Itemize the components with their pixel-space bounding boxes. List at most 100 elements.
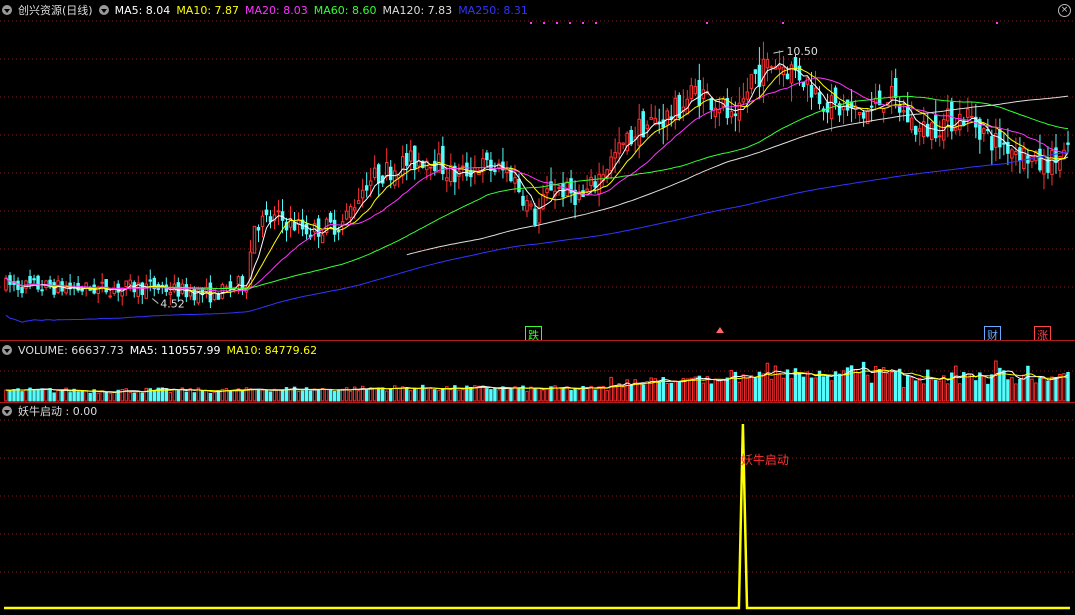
candle-body xyxy=(809,84,814,98)
candle-body xyxy=(1010,149,1014,159)
volume-bar xyxy=(725,377,730,402)
volume-bar xyxy=(425,387,429,402)
marker-dot xyxy=(556,22,558,24)
volume-bar xyxy=(917,377,922,402)
candle-body xyxy=(537,208,541,224)
candle-body xyxy=(657,121,661,124)
volume-bar xyxy=(380,387,385,402)
candle-body xyxy=(388,166,393,181)
candle-body xyxy=(533,208,537,225)
volume-bar xyxy=(312,388,317,402)
volume-bar xyxy=(946,383,950,402)
volume-bar xyxy=(529,386,533,402)
indicator-chart-svg[interactable]: 妖牛启动 xyxy=(0,402,1075,615)
volume-bar xyxy=(789,378,794,402)
price-chart-panel[interactable]: 创兴资源(日线) MA5: 8.04 MA10: 7.87 MA20: 8.03… xyxy=(0,0,1075,340)
marker-dot xyxy=(569,22,571,24)
volume-bar xyxy=(388,388,393,402)
volume-bar xyxy=(409,390,413,402)
volume-bar xyxy=(605,390,609,402)
candle-body xyxy=(789,64,794,84)
volume-bar xyxy=(561,387,565,402)
candle-body xyxy=(1018,147,1022,162)
volume-bar xyxy=(769,378,774,402)
candle-body xyxy=(925,123,930,137)
volume-bar xyxy=(869,382,874,402)
volume-bar xyxy=(32,388,36,402)
stock-title: 创兴资源(日线) xyxy=(18,4,93,17)
volume-bar xyxy=(320,387,325,402)
candle-body xyxy=(709,98,714,111)
close-icon[interactable]: × xyxy=(1058,4,1071,17)
volume-bar xyxy=(208,392,213,402)
volume-bar xyxy=(970,373,974,402)
candle-body xyxy=(224,286,229,289)
volume-bar xyxy=(1034,382,1038,402)
candle-body xyxy=(785,73,790,80)
volume-bar xyxy=(168,391,173,402)
volume-bar xyxy=(1054,377,1058,402)
volume-bar xyxy=(1026,365,1030,402)
volume-menu-icon[interactable] xyxy=(2,345,12,355)
candle-body xyxy=(356,200,361,204)
candle-body xyxy=(340,221,345,226)
volume-bar xyxy=(533,387,537,402)
candle-body xyxy=(16,280,20,290)
volume-ma5-legend: MA5: 110557.99 xyxy=(129,343,221,357)
volume-bar xyxy=(865,374,870,402)
candle-body xyxy=(372,167,377,179)
volume-bar xyxy=(248,388,253,402)
candle-body xyxy=(585,188,589,192)
candle-body xyxy=(292,221,297,231)
candle-body xyxy=(252,225,257,254)
volume-bar xyxy=(340,388,345,402)
volume-bar xyxy=(785,369,790,402)
volume-bar xyxy=(629,385,633,402)
candle-body xyxy=(938,135,942,138)
candle-body xyxy=(893,78,898,98)
volume-bar xyxy=(268,391,273,402)
ma-legend-ma10: MA10: 7.87 xyxy=(176,3,240,17)
indicator-chart-panel[interactable]: 妖牛启动 : 0.00 妖牛启动 xyxy=(0,402,1075,615)
candle-body xyxy=(276,210,281,213)
candle-body xyxy=(617,142,621,154)
candle-body xyxy=(825,102,830,113)
volume-bar xyxy=(893,371,898,402)
indicator-header: 妖牛启动 : 0.00 xyxy=(2,404,97,418)
candle-body xyxy=(336,230,341,233)
candle-body xyxy=(805,77,810,85)
volume-bar xyxy=(597,386,601,402)
candle-body xyxy=(958,113,962,131)
volume-bar xyxy=(84,390,88,402)
indicator-menu-icon[interactable] xyxy=(2,406,12,416)
volume-bar xyxy=(88,392,92,402)
volume-bar xyxy=(328,389,333,402)
candle-body xyxy=(485,152,489,161)
volume-bar xyxy=(709,383,714,402)
candle-body xyxy=(513,177,517,184)
price-chart-svg[interactable]: 10.50 4.52 xyxy=(0,0,1075,340)
volume-bar xyxy=(489,389,493,402)
candle-body xyxy=(1042,154,1046,175)
ma5-line xyxy=(5,63,1069,296)
volume-bar xyxy=(593,389,597,402)
candle-body xyxy=(845,99,850,111)
candle-body xyxy=(364,185,369,191)
candle-body xyxy=(240,276,245,289)
volume-bar xyxy=(100,390,104,402)
high-price-label: 10.50 xyxy=(786,45,818,58)
volume-bar xyxy=(376,388,381,402)
volume-chart-panel[interactable]: VOLUME: 66637.73 MA5: 110557.99 MA10: 84… xyxy=(0,341,1075,402)
volume-bar xyxy=(433,389,437,402)
volume-bar xyxy=(765,362,770,402)
volume-bar xyxy=(80,390,84,402)
ma-menu-icon[interactable] xyxy=(98,5,109,15)
volume-bar xyxy=(942,375,946,402)
volume-bar xyxy=(921,383,926,402)
volume-bar xyxy=(557,387,561,402)
candle-body xyxy=(934,115,938,139)
candle-body xyxy=(966,108,970,118)
candle-body xyxy=(745,91,750,100)
volume-bar xyxy=(461,389,465,402)
panel-menu-icon[interactable] xyxy=(2,5,12,15)
